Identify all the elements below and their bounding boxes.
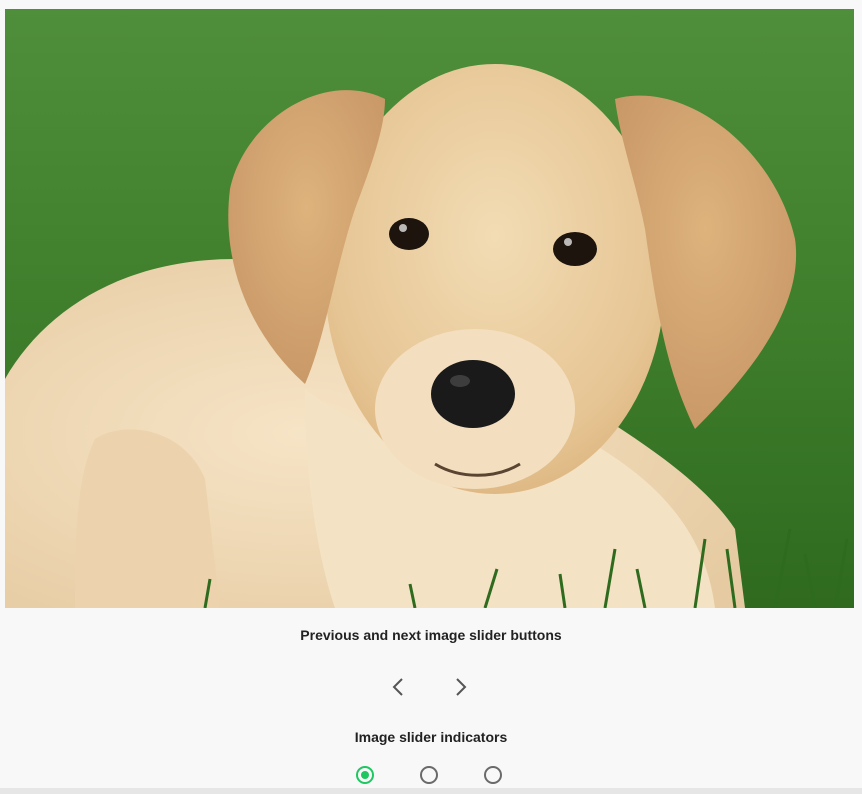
slider-indicators-heading: Image slider indicators: [354, 729, 508, 745]
slider-indicators: [354, 766, 506, 788]
slide-image: [5, 9, 854, 608]
indicator-slide-1[interactable]: [356, 766, 374, 784]
indicator-slide-2[interactable]: [420, 766, 438, 784]
indicator-slide-3[interactable]: [484, 766, 502, 784]
slider-buttons-heading: Previous and next image slider buttons: [300, 627, 562, 643]
chevron-right-icon: [456, 678, 467, 696]
next-slide-button[interactable]: [447, 672, 475, 702]
horizontal-scrollbar[interactable]: [0, 788, 862, 794]
slider-page: Previous and next image slider buttons I…: [0, 0, 862, 794]
previous-slide-button[interactable]: [384, 672, 412, 702]
chevron-left-icon: [392, 678, 403, 696]
